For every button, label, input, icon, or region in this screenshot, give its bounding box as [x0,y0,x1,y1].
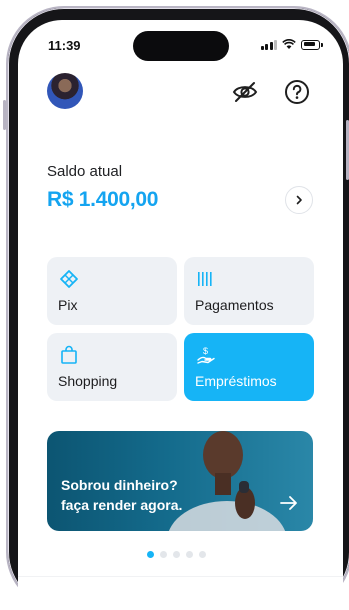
tile-shopping[interactable]: Shopping [47,333,177,401]
eye-off-icon[interactable] [231,78,259,106]
promo-banner[interactable]: Sobrou dinheiro? faça render agora. [47,431,313,531]
balance-details-button[interactable] [285,186,313,214]
shopping-bag-icon [61,345,77,364]
carousel-dot[interactable] [147,551,154,558]
tile-pagamentos[interactable]: Pagamentos [184,257,314,325]
banner-text: Sobrou dinheiro? faça render agora. [61,475,231,515]
battery-icon [301,39,320,50]
tile-label-shopping: Shopping [58,373,118,389]
balance-label: Saldo atual [47,163,123,180]
balance-value: R$ 1.400,00 [47,188,159,211]
carousel-dot[interactable] [199,551,206,558]
carousel-dot[interactable] [173,551,180,558]
chevron-right-icon [296,195,302,205]
avatar[interactable] [47,73,83,109]
banner-line-1: Sobrou dinheiro? [61,477,178,493]
status-icons [260,39,323,50]
side-button-left [3,100,6,130]
app-screen: 11:39 Saldo atual R$ 1.400,00 Pix Pagame… [18,20,343,610]
pix-icon [60,270,78,288]
divider [18,576,343,577]
tile-label-pagamentos: Pagamentos [195,297,274,313]
loan-hand-icon: $ [197,346,215,364]
tile-label-pix: Pix [58,297,78,313]
dynamic-island [133,31,229,61]
barcode-icon [198,272,212,286]
tile-emprestimos[interactable]: $ Empréstimos [184,333,314,401]
arrow-right-icon[interactable] [279,495,299,511]
tile-pix[interactable]: Pix [47,257,177,325]
carousel-dot[interactable] [160,551,167,558]
carousel-dot[interactable] [186,551,193,558]
banner-line-2: faça render agora. [61,497,183,513]
carousel-dots[interactable] [147,551,206,558]
signal-icon [260,39,277,50]
tile-label-emprestimos: Empréstimos [195,373,277,389]
help-circle-icon[interactable] [283,78,311,106]
wifi-icon [282,39,296,49]
status-time: 11:39 [48,38,81,53]
svg-text:$: $ [203,346,208,356]
